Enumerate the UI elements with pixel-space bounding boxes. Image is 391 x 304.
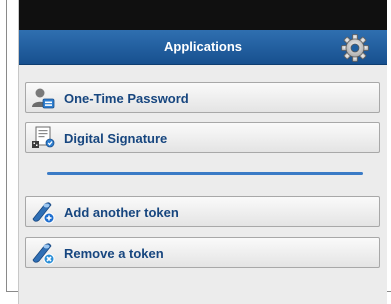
remove-token-label: Remove a token: [64, 246, 164, 261]
remove-token-icon: [31, 241, 55, 265]
outer-frame-left-line: [6, 0, 7, 292]
digital-signature-label: Digital Signature: [64, 131, 168, 146]
app-screen: Applications One-Time Password Digital S…: [18, 0, 387, 304]
app-header: Applications: [19, 30, 387, 65]
add-token-icon: [31, 200, 55, 224]
user-key-icon: [31, 86, 55, 110]
gear-icon[interactable]: [340, 33, 370, 63]
one-time-password-button[interactable]: One-Time Password: [25, 82, 380, 113]
section-divider: [47, 172, 363, 175]
page-title: Applications: [163, 39, 242, 54]
one-time-password-label: One-Time Password: [64, 91, 189, 106]
remove-token-button[interactable]: Remove a token: [25, 237, 380, 268]
add-token-label: Add another token: [64, 205, 179, 220]
add-token-button[interactable]: Add another token: [25, 196, 380, 227]
status-bar: [19, 0, 387, 30]
signed-document-icon: [31, 126, 55, 150]
digital-signature-button[interactable]: Digital Signature: [25, 122, 380, 153]
